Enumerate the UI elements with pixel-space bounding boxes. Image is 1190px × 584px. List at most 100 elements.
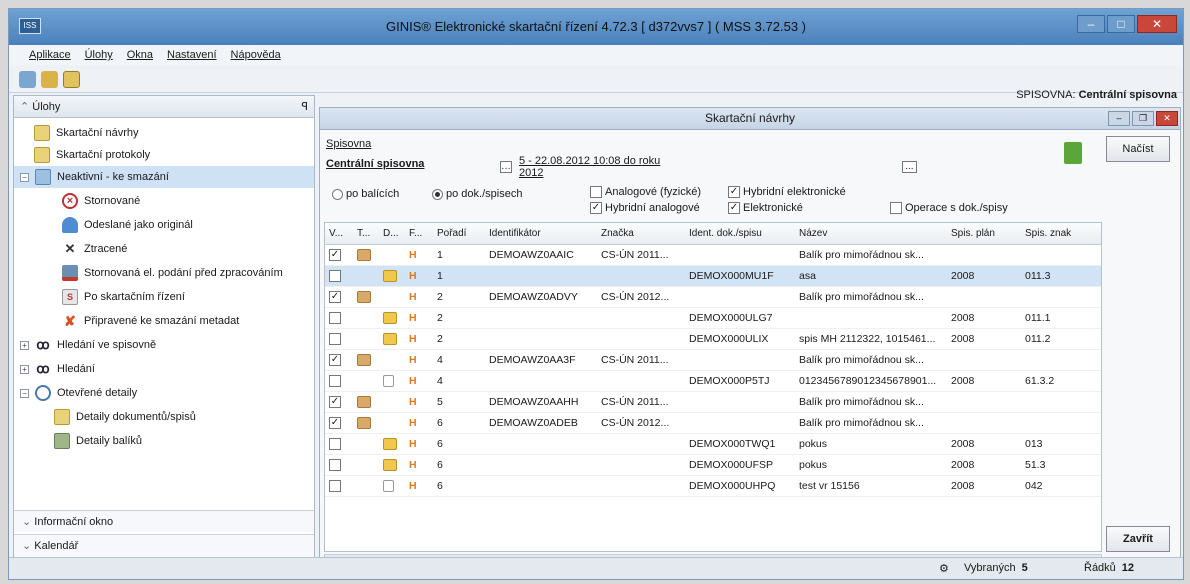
expand-toggle-icon[interactable]: + xyxy=(20,364,29,374)
col-header[interactable]: Ident. dok./spisu xyxy=(689,223,797,244)
sub-restore-button[interactable]: ❐ xyxy=(1132,111,1154,126)
spisovna-link[interactable]: Spisovna xyxy=(326,138,371,150)
pin-icon[interactable]: ꟼ xyxy=(301,100,308,113)
cell-ident: DEMOX000UHPQ xyxy=(689,480,776,492)
tree-item-detaily-baliku[interactable]: Detaily balíků xyxy=(54,430,142,452)
col-header[interactable]: T... xyxy=(357,223,383,244)
row-checkbox-checked[interactable]: ✓ xyxy=(329,350,355,370)
row-checkbox[interactable] xyxy=(329,371,355,391)
title-bar[interactable]: ISS GINIS® Elektronické skartační řízení… xyxy=(9,9,1183,45)
nacist-button[interactable]: Načíst xyxy=(1106,136,1170,162)
collapse-icon[interactable]: ⌃ xyxy=(20,101,32,113)
checkbox-operace[interactable]: Operace s dok./spisy xyxy=(890,202,1008,215)
date-range-value: 5 - 22.08.2012 10:08 do roku 2012 xyxy=(519,155,661,179)
status-selected: Vybraných 5 xyxy=(964,562,1028,574)
tree-item-stornovane[interactable]: × Stornované xyxy=(62,190,140,212)
table-row[interactable]: ✓ H 6 DEMOAWZ0ADEB CS-ÚN 2012... Balík pro mi… xyxy=(325,413,1101,434)
row-checkbox[interactable] xyxy=(329,266,355,286)
tree-item-po-skartacnim[interactable]: S Po skartačním řízení xyxy=(62,286,185,308)
doc-cell xyxy=(383,245,409,265)
row-checkbox-checked[interactable]: ✓ xyxy=(329,413,355,433)
collapse-toggle-icon[interactable]: − xyxy=(20,172,29,182)
folder-icon[interactable] xyxy=(63,71,80,88)
cell-znacka: CS-ÚN 2011... xyxy=(601,396,669,408)
spisovna-select[interactable]: Centrální spisovna xyxy=(326,158,424,170)
cell-id xyxy=(489,476,599,496)
menu-okna[interactable]: Okna xyxy=(127,49,153,61)
checkbox-elektronicke[interactable]: ✓ Elektronické xyxy=(728,202,803,215)
cell-id: DEMOAWZ0AA3F xyxy=(489,354,576,366)
col-header[interactable]: D... xyxy=(383,223,409,244)
date-range-field[interactable]: … 5 - 22.08.2012 10:08 do roku 2012 ... xyxy=(500,155,920,179)
collapse-toggle-icon[interactable]: − xyxy=(20,388,29,398)
col-header[interactable]: Identifikátor xyxy=(489,223,599,244)
subwindow-title-bar[interactable]: Skartační návrhy – ❐ ✕ xyxy=(320,108,1180,130)
tree-item-pripravene[interactable]: ✘ Připravené ke smazání metadat xyxy=(62,310,239,332)
calendar-bar[interactable]: ⌄ Kalendář xyxy=(14,534,314,556)
checkbox-hybridni-elektronicke[interactable]: ✓ Hybridní elektronické xyxy=(728,186,846,199)
row-checkbox[interactable] xyxy=(329,476,355,496)
table-row[interactable]: H 4 DEMOX000P5TJ 0123456789012345678901... 2… xyxy=(325,371,1101,392)
col-header[interactable]: Spis. znak xyxy=(1025,223,1101,244)
col-header[interactable]: Pořadí xyxy=(437,223,487,244)
date-range-picker-button[interactable]: ... xyxy=(901,161,917,173)
col-header[interactable]: Značka xyxy=(601,223,687,244)
table-row[interactable]: ✓ H 2 DEMOAWZ0ADVY CS-ÚN 2012... Balík pro mi… xyxy=(325,287,1101,308)
table-row[interactable]: H 1 DEMOX000MU1F asa 2008 011.3 xyxy=(325,266,1101,287)
table-row[interactable]: ✓ H 4 DEMOAWZ0AA3F CS-ÚN 2011... Balík pro mi… xyxy=(325,350,1101,371)
sub-close-button[interactable]: ✕ xyxy=(1156,111,1178,126)
row-checkbox-checked[interactable]: ✓ xyxy=(329,392,355,412)
date-dropdown-button[interactable]: … xyxy=(500,161,512,173)
expand-toggle-icon[interactable]: + xyxy=(20,340,29,350)
col-header[interactable]: Spis. plán xyxy=(951,223,1023,244)
cell-plan: 2008 xyxy=(951,438,975,450)
row-checkbox[interactable] xyxy=(329,329,355,349)
row-checkbox[interactable] xyxy=(329,434,355,454)
table-row[interactable]: H 2 DEMOX000ULIX spis MH 2112322, 1015461..… xyxy=(325,329,1101,350)
radio-po-balicich[interactable]: po balících xyxy=(332,188,399,200)
data-grid: V... T... D... F... Pořadí Identifikátor… xyxy=(324,222,1102,552)
tree-item-skartacni-protokoly[interactable]: Skartační protokoly xyxy=(34,144,150,166)
col-header[interactable]: F... xyxy=(409,223,435,244)
table-row[interactable]: H 6 DEMOX000UHPQ test vr 15156 2008 042 xyxy=(325,476,1101,497)
tree-item-otevrene-detaily[interactable]: − Otevřené detaily xyxy=(20,382,137,404)
col-header[interactable]: Název xyxy=(799,223,949,244)
table-row[interactable]: ✓ H 1 DEMOAWZ0AAIC CS-ÚN 2011... Balík pro mi… xyxy=(325,245,1101,266)
row-checkbox-checked[interactable]: ✓ xyxy=(329,245,355,265)
row-checkbox[interactable] xyxy=(329,308,355,328)
radio-po-dok-spisech[interactable]: po dok./spisech xyxy=(432,188,522,200)
checkbox-hybridni-analogove[interactable]: ✓ Hybridní analogové xyxy=(590,202,700,215)
checkbox-icon xyxy=(590,186,602,199)
tree-item-ztracene[interactable]: ✕ Ztracené xyxy=(62,238,128,260)
table-row[interactable]: ✓ H 5 DEMOAWZ0AAHH CS-ÚN 2011... Balík pro mi… xyxy=(325,392,1101,413)
tree-item-skartacni-navrhy[interactable]: Skartační návrhy xyxy=(34,122,139,144)
favorite-icon[interactable] xyxy=(41,71,58,88)
menu-ulohy[interactable]: Úlohy xyxy=(85,49,113,61)
row-checkbox-checked[interactable]: ✓ xyxy=(329,287,355,307)
col-header[interactable]: V... xyxy=(329,223,355,244)
tree-item-hledani[interactable]: + ꝏ Hledání xyxy=(20,358,95,380)
menu-nastaveni[interactable]: Nastavení xyxy=(167,49,217,61)
tree-item-neaktivni[interactable]: − Neaktivní - ke smazání xyxy=(14,166,314,188)
maximize-button[interactable]: □ xyxy=(1107,15,1135,33)
checkbox-analogove[interactable]: Analogové (fyzické) xyxy=(590,186,701,199)
table-row[interactable]: H 6 DEMOX000UFSP pokus 2008 51.3 xyxy=(325,455,1101,476)
cell-nazev xyxy=(799,308,949,328)
sub-minimize-button[interactable]: – xyxy=(1108,111,1130,126)
tree-item-odeslane[interactable]: Odeslané jako originál xyxy=(62,214,193,236)
tree-item-detaily-dokumentu[interactable]: Detaily dokumentů/spisů xyxy=(54,406,196,428)
menu-aplikace[interactable]: Aplikace xyxy=(29,49,71,61)
cell-id: DEMOAWZ0AAHH xyxy=(489,396,579,408)
table-row[interactable]: H 2 DEMOX000ULG7 2008 011.1 xyxy=(325,308,1101,329)
tree-item-stornovana-podani[interactable]: Stornovaná el. podání před zpracováním xyxy=(62,262,283,284)
search-icon[interactable] xyxy=(19,71,36,88)
tree-item-hledani-ve-spisovne[interactable]: + ꝏ Hledání ve spisovně xyxy=(20,334,156,356)
info-window-bar[interactable]: ⌄ Informační okno xyxy=(14,510,314,532)
zavrit-button[interactable]: Zavřít xyxy=(1106,526,1170,552)
menu-napoveda[interactable]: Nápověda xyxy=(231,49,281,61)
minimize-button[interactable]: – xyxy=(1077,15,1105,33)
row-checkbox[interactable] xyxy=(329,455,355,475)
cell-order: 6 xyxy=(437,438,443,450)
close-button[interactable]: ✕ xyxy=(1137,15,1177,33)
table-row[interactable]: H 6 DEMOX000TWQ1 pokus 2008 013 xyxy=(325,434,1101,455)
